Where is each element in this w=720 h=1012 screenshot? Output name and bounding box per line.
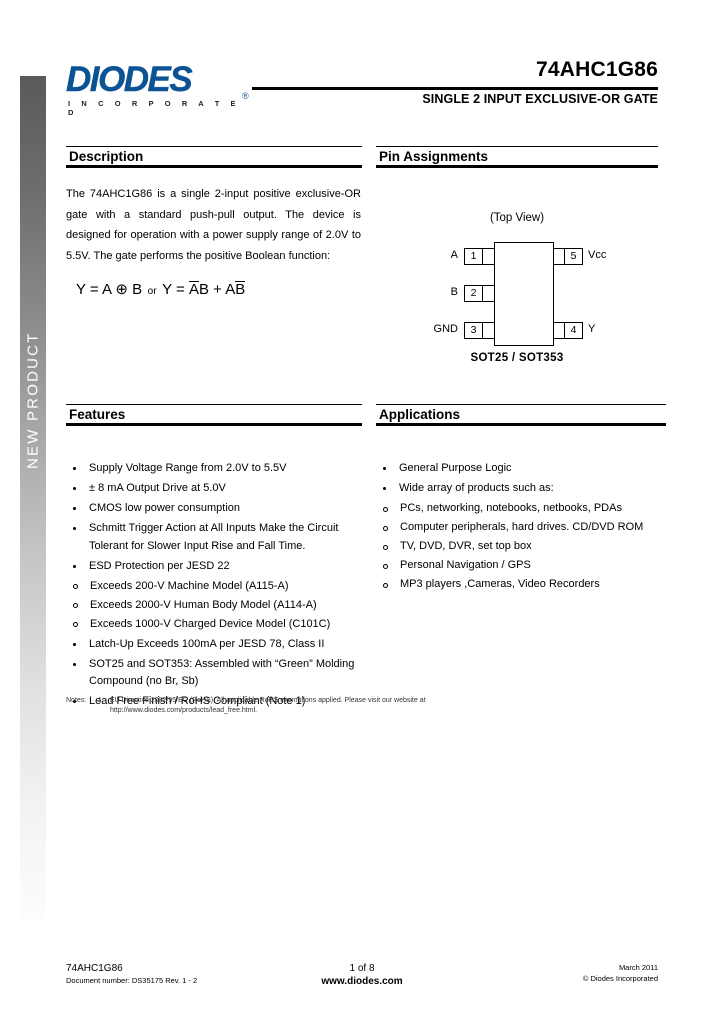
features-section: Features Supply Voltage Range from 2.0V … — [66, 404, 362, 713]
footer-date: March 2011 — [618, 963, 658, 972]
package-name: SOT25 / SOT353 — [470, 352, 564, 364]
application-subitem: TV, DVD, DVR, set top box — [376, 538, 666, 556]
description-header: Description — [66, 146, 362, 168]
formula-term2-negated: B — [235, 281, 246, 298]
pin-lead-1 — [482, 248, 494, 265]
page-footer: 74AHC1G86 Document number: DS35175 Rev. … — [66, 962, 658, 1002]
applications-header: Applications — [376, 404, 666, 426]
logo-subtext: I N C O R P O R A T E D — [68, 99, 241, 117]
rule-bottom — [66, 423, 362, 426]
pin-assignments-section: Pin Assignments (Top View) 1 A 2 B 3 GND… — [376, 146, 658, 380]
description-section: Description The 74AHC1G86 is a single 2-… — [66, 146, 362, 298]
notes-line-2: http://www.diodes.com/products/lead_free… — [110, 707, 258, 714]
application-sublist: PCs, networking, notebooks, netbooks, PD… — [376, 500, 666, 594]
footer-page-number: 1 of 8 — [349, 963, 375, 974]
package-body — [494, 242, 554, 346]
formula-term2-plain: A — [225, 281, 236, 298]
boolean-formula: Y = A ⊕ B or Y = AB + AB — [76, 280, 362, 298]
pin-label-y: Y — [588, 323, 596, 335]
rule-bottom — [376, 423, 666, 426]
feature-item: SOT25 and SOT353: Assembled with “Green”… — [66, 656, 362, 691]
page-title: 74AHC1G86 — [535, 58, 658, 81]
diodes-logo: DIODES I N C O R P O R A T E D ® — [66, 62, 251, 117]
application-subgroup: PCs, networking, notebooks, netbooks, PD… — [376, 500, 666, 594]
pin-assignments-header: Pin Assignments — [376, 146, 658, 168]
description-body: The 74AHC1G86 is a single 2-input positi… — [66, 188, 361, 262]
page-subtitle: SINGLE 2 INPUT EXCLUSIVE-OR GATE — [422, 92, 658, 106]
formula-term1-negated: A — [188, 281, 199, 298]
features-header: Features — [66, 404, 362, 426]
notes-label: Notes: — [66, 697, 87, 704]
formula-term1-plain: B — [198, 281, 209, 298]
applications-section: Applications General Purpose Logic Wide a… — [376, 404, 666, 596]
header-divider — [252, 87, 658, 90]
rule-bottom — [66, 165, 362, 168]
footer-copyright: © Diodes Incorporated — [582, 974, 658, 983]
logo-wordmark: DIODES — [66, 60, 193, 99]
formula-conjunction: or — [147, 286, 157, 297]
features-title: Features — [69, 407, 126, 422]
notes-line-1: EU Directive 2002/95/EC (RoHS). All appl… — [110, 697, 426, 704]
application-item: General Purpose Logic — [376, 460, 666, 478]
footer-website-link[interactable]: www.diodes.com — [66, 975, 658, 988]
feature-item: ESD Protection per JESD 22 — [66, 558, 362, 576]
rule-bottom — [376, 165, 658, 168]
pin-lead-2 — [482, 285, 494, 302]
top-view-label: (Top View) — [489, 212, 545, 224]
application-item: Wide array of products such as: — [376, 480, 666, 498]
feature-item: CMOS low power consumption — [66, 500, 362, 518]
pin-label-a: A — [450, 249, 458, 261]
application-subitem: PCs, networking, notebooks, netbooks, PD… — [376, 500, 666, 518]
feature-item: ± 8 mA Output Drive at 5.0V — [66, 480, 362, 498]
description-title: Description — [69, 149, 144, 164]
pin-label-b: B — [450, 286, 458, 298]
notes-block: Notes: 1. EU Directive 2002/95/EC (RoHS). … — [66, 696, 536, 716]
registered-trademark-icon: ® — [242, 91, 249, 101]
formula-rhs-prefix: Y = — [162, 281, 189, 298]
feature-item: Latch-Up Exceeds 100mA per JESD 78, Clas… — [66, 636, 362, 654]
pin-assignments-title: Pin Assignments — [379, 149, 489, 164]
pin-label-vcc: Vcc — [588, 249, 607, 261]
footer-center: 1 of 8 www.diodes.com — [66, 962, 658, 988]
feature-subitem: Exceeds 200-V Machine Model (A115-A) — [66, 578, 362, 596]
pin-number-3: 3 — [464, 322, 483, 339]
footer-right: March 2011 © Diodes Incorporated — [583, 962, 658, 984]
feature-subitem: Exceeds 1000-V Charged Device Model (C10… — [66, 616, 362, 634]
application-subitem: Personal Navigation / GPS — [376, 557, 666, 575]
applications-list: General Purpose Logic Wide array of produ… — [376, 460, 666, 594]
notes-body: EU Directive 2002/95/EC (RoHS). All appl… — [110, 696, 520, 716]
feature-subgroup: Exceeds 200-V Machine Model (A115-A) Exce… — [66, 578, 362, 634]
pin-diagram: (Top View) 1 A 2 B 3 GND 5 Vcc 4 Y SOT25… — [376, 180, 658, 380]
pin-number-2: 2 — [464, 285, 483, 302]
new-product-label: NEW PRODUCT — [24, 331, 42, 469]
feature-item: Schmitt Trigger Action at All Inputs Mak… — [66, 520, 362, 555]
feature-item: Supply Voltage Range from 2.0V to 5.5V — [66, 460, 362, 478]
formula-lhs: Y = A ⊕ B — [76, 281, 143, 298]
application-subitem: Computer peripherals, hard drives. CD/DV… — [376, 519, 666, 537]
pin-number-1: 1 — [464, 248, 483, 265]
formula-plus: + — [209, 281, 226, 298]
features-list: Supply Voltage Range from 2.0V to 5.5V ± … — [66, 460, 362, 711]
pin-lead-3 — [482, 322, 494, 339]
pin-number-4: 4 — [564, 322, 583, 339]
application-subitem: MP3 players ,Cameras, Video Recorders — [376, 576, 666, 594]
pin-number-5: 5 — [564, 248, 583, 265]
applications-title: Applications — [379, 407, 461, 422]
feature-sublist: Exceeds 200-V Machine Model (A115-A) Exce… — [66, 578, 362, 634]
pin-label-gnd: GND — [433, 323, 458, 335]
notes-number: 1. — [98, 697, 104, 704]
feature-subitem: Exceeds 2000-V Human Body Model (A114-A) — [66, 597, 362, 615]
